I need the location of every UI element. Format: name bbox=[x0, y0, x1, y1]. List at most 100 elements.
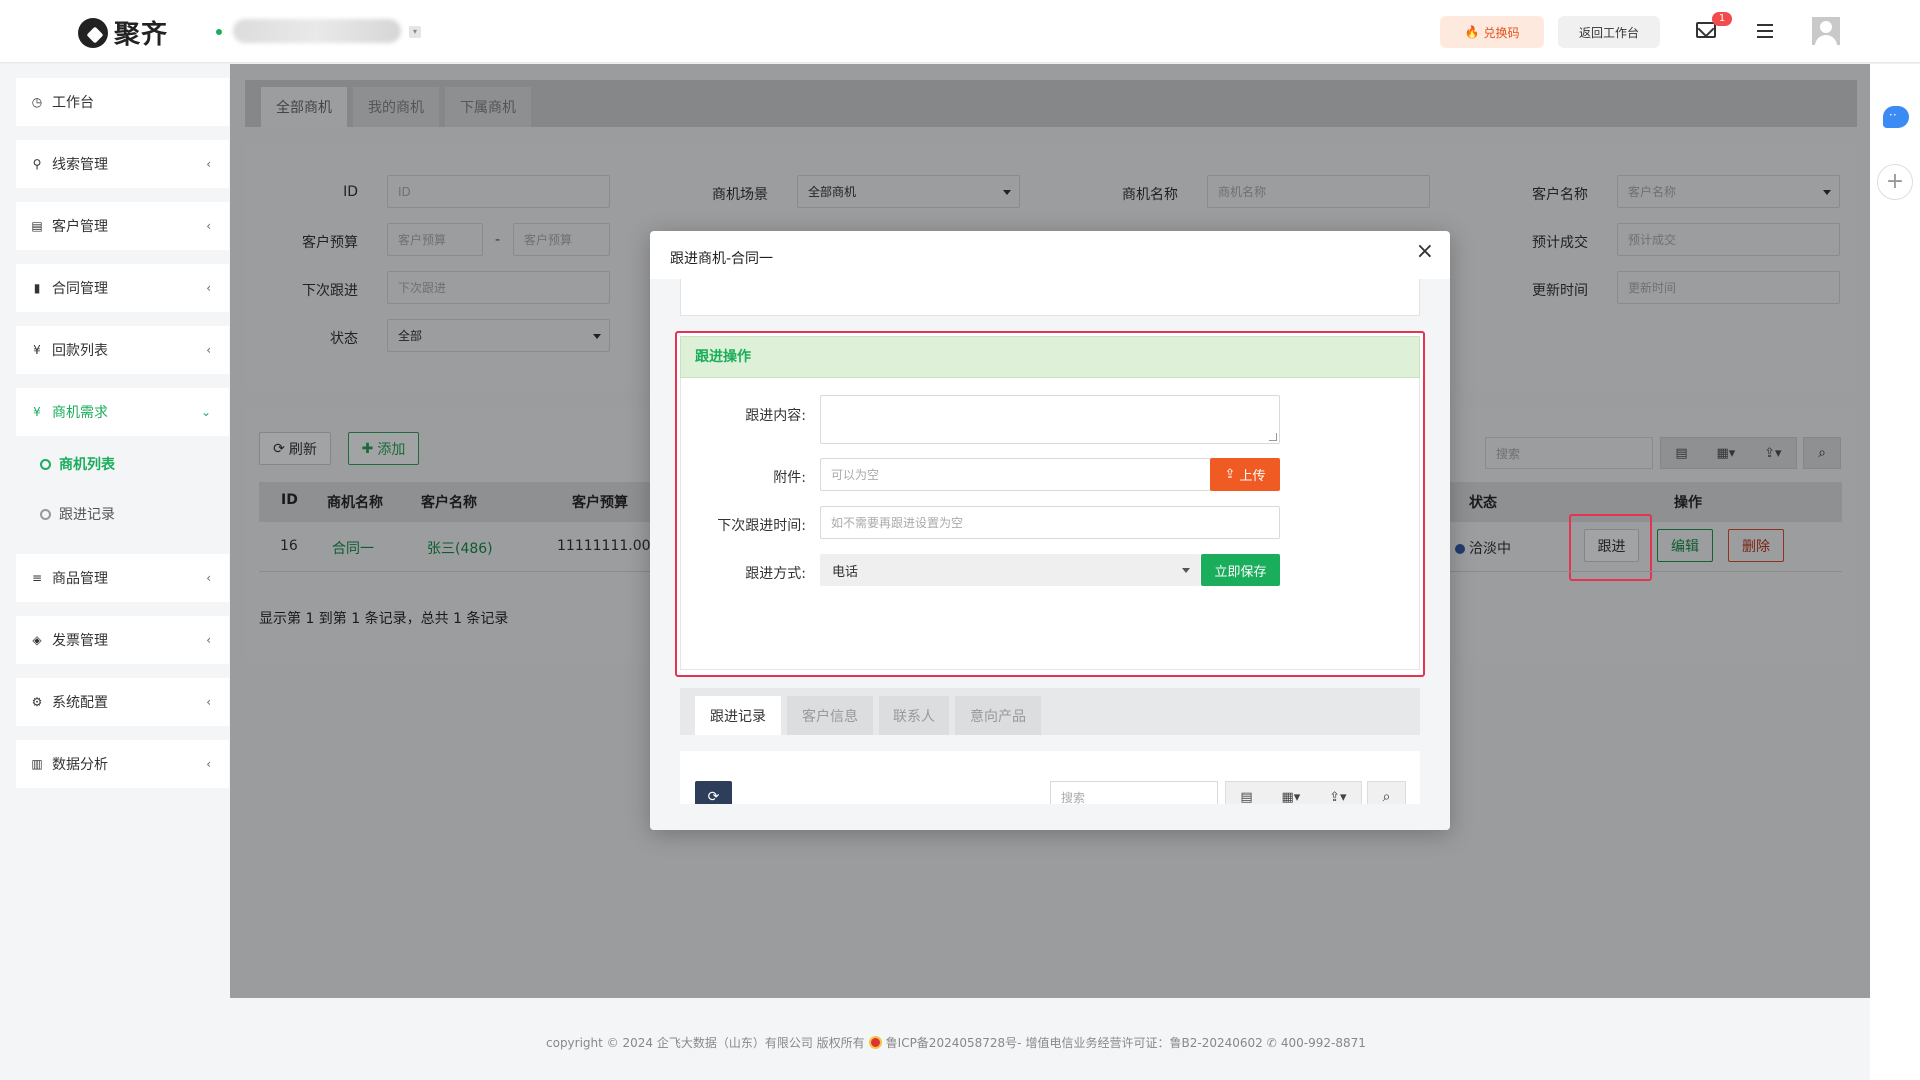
sidebar-subitem-1[interactable]: 跟进记录 bbox=[40, 504, 115, 524]
next-follow-label: 下次跟进 bbox=[302, 283, 358, 299]
edit-button[interactable]: 编辑 bbox=[1657, 529, 1713, 562]
modal-previous-section bbox=[680, 279, 1420, 316]
subtab-customer-info[interactable]: 客户信息 bbox=[787, 696, 873, 735]
tab-my-opportunities[interactable]: 我的商机 bbox=[353, 87, 439, 127]
sidebar-item-label: 系统配置 bbox=[52, 695, 108, 711]
columns-icon[interactable]: ▦▾ bbox=[1717, 446, 1736, 461]
return-workbench-button[interactable]: 返回工作台 bbox=[1558, 16, 1660, 48]
customer-name-select[interactable]: 客户名称 bbox=[1617, 175, 1840, 208]
save-now-button[interactable]: 立即保存 bbox=[1201, 554, 1280, 586]
budget-min-input[interactable]: 客户预算 bbox=[387, 223, 483, 256]
chevron-left-icon: ‹ bbox=[206, 219, 211, 233]
sidebar-item-6[interactable]: ≡ 商品管理 ‹ bbox=[16, 554, 229, 602]
sidebar-item-label: 商机需求 bbox=[52, 405, 108, 421]
scene-select[interactable]: 全部商机 bbox=[797, 175, 1020, 208]
chevron-left-icon: ‹ bbox=[206, 633, 211, 647]
add-button[interactable]: ✚ 添加 bbox=[348, 432, 419, 465]
col-header-customer-name[interactable]: 客户名称 bbox=[421, 492, 477, 512]
cell-customer-name[interactable]: 张三(486) bbox=[427, 538, 493, 558]
chevron-left-icon: ‹ bbox=[206, 157, 211, 171]
export-icon[interactable]: ⇪▾ bbox=[1329, 790, 1346, 805]
col-header-id[interactable]: ID bbox=[281, 492, 298, 508]
sidebar-subitem-label: 商机列表 bbox=[59, 457, 115, 473]
user-avatar[interactable] bbox=[1812, 17, 1840, 45]
sidebar-item-8[interactable]: ⚙ 系统配置 ‹ bbox=[16, 678, 229, 726]
chat-icon[interactable] bbox=[1883, 106, 1909, 128]
refresh-button[interactable]: ⟳ 刷新 bbox=[259, 432, 331, 465]
attachment-input[interactable]: 可以为空 bbox=[820, 458, 1211, 491]
opportunity-name-input[interactable]: 商机名称 bbox=[1207, 175, 1430, 208]
id-card-icon: ▤ bbox=[31, 219, 43, 233]
next-follow-input[interactable]: 下次跟进 bbox=[387, 271, 610, 304]
subtab-contacts[interactable]: 联系人 bbox=[879, 696, 949, 735]
budget-max-input[interactable]: 客户预算 bbox=[513, 223, 610, 256]
sidebar-item-7[interactable]: ◈ 发票管理 ‹ bbox=[16, 616, 229, 664]
attachment-label: 附件: bbox=[773, 470, 806, 486]
updated-time-input[interactable]: 更新时间 bbox=[1617, 271, 1840, 304]
caret-down-icon[interactable]: ▾ bbox=[409, 26, 421, 38]
chevron-left-icon: ‹ bbox=[206, 343, 211, 357]
sidebar-item-5[interactable]: ¥ 商机需求 ⌄ bbox=[16, 388, 229, 436]
updated-time-label: 更新时间 bbox=[1532, 283, 1588, 299]
table-search-input[interactable]: 搜索 bbox=[1485, 437, 1653, 469]
next-follow-time-input[interactable]: 如不需要再跟进设置为空 bbox=[820, 506, 1280, 539]
footer-copyright: copyright © 2024 企飞大数据（山东）有限公司 版权所有 bbox=[546, 1036, 865, 1050]
list-view-icon[interactable]: ▤ bbox=[1240, 790, 1252, 805]
logo-icon bbox=[78, 17, 108, 48]
col-header-status[interactable]: 状态 bbox=[1469, 492, 1497, 512]
columns-icon[interactable]: ▦▾ bbox=[1282, 790, 1301, 805]
subtab-follow-records[interactable]: 跟进记录 bbox=[695, 696, 781, 735]
expected-deal-input[interactable]: 预计成交 bbox=[1617, 223, 1840, 256]
sidebar-item-3[interactable]: ▮ 合同管理 ‹ bbox=[16, 264, 229, 312]
col-header-budget[interactable]: 客户预算 bbox=[572, 492, 628, 512]
cell-opportunity-name[interactable]: 合同一 bbox=[332, 538, 374, 558]
caret-down-icon bbox=[593, 334, 601, 339]
sidebar-subitem-0[interactable]: 商机列表 bbox=[40, 454, 115, 474]
opportunity-name-label: 商机名称 bbox=[1122, 187, 1178, 203]
refresh-icon: ⟳ bbox=[273, 440, 285, 457]
phone-icon: ✆ bbox=[1266, 1035, 1277, 1050]
follow-content-textarea[interactable] bbox=[820, 395, 1280, 444]
modal-title: 跟进商机-合同一 bbox=[670, 251, 774, 267]
delete-button[interactable]: 删除 bbox=[1728, 529, 1784, 562]
follow-method-value: 电话 bbox=[832, 564, 859, 580]
list-view-icon[interactable]: ▤ bbox=[1675, 446, 1687, 461]
hamburger-menu-icon[interactable] bbox=[1757, 24, 1773, 38]
sidebar-item-4[interactable]: ¥ 回款列表 ‹ bbox=[16, 326, 229, 374]
sidebar-item-2[interactable]: ▤ 客户管理 ‹ bbox=[16, 202, 229, 250]
app-logo[interactable]: 聚齐 bbox=[78, 14, 168, 51]
expected-deal-label: 预计成交 bbox=[1532, 235, 1588, 251]
chevron-left-icon: ‹ bbox=[206, 757, 211, 771]
status-select[interactable]: 全部 bbox=[387, 319, 610, 352]
col-header-opportunity-name[interactable]: 商机名称 bbox=[327, 492, 383, 512]
refresh-label: 刷新 bbox=[288, 441, 317, 458]
mail-icon[interactable] bbox=[1696, 22, 1716, 38]
tab-all-opportunities[interactable]: 全部商机 bbox=[261, 87, 347, 127]
sidebar-item-9[interactable]: ▥ 数据分析 ‹ bbox=[16, 740, 229, 788]
status-select-value: 全部 bbox=[398, 329, 423, 343]
scene-label: 商机场景 bbox=[712, 187, 768, 203]
sidebar-item-0[interactable]: ◷ 工作台 bbox=[16, 78, 229, 126]
list-icon: ≡ bbox=[31, 571, 43, 585]
subtab-intended-products[interactable]: 意向产品 bbox=[955, 696, 1041, 735]
redeem-code-button[interactable]: 🔥 兑换码 bbox=[1440, 16, 1544, 48]
plus-icon[interactable]: + bbox=[1877, 164, 1913, 200]
upload-button[interactable]: ⇪ 上传 bbox=[1210, 458, 1280, 491]
sidebar-item-label: 线索管理 bbox=[52, 157, 108, 173]
close-icon[interactable]: × bbox=[1416, 241, 1434, 263]
export-icon[interactable]: ⇪▾ bbox=[1764, 446, 1781, 461]
add-label: 添加 bbox=[377, 441, 406, 458]
sidebar-item-label: 商品管理 bbox=[52, 571, 108, 587]
footer-icp-link[interactable]: 鲁ICP备2024058728号- bbox=[886, 1034, 1022, 1051]
tab-subordinate-opportunities[interactable]: 下属商机 bbox=[445, 87, 531, 127]
id-input[interactable]: ID bbox=[387, 175, 610, 208]
chevron-down-icon: ⌄ bbox=[200, 405, 211, 419]
sidebar-item-1[interactable]: ⚲ 线索管理 ‹ bbox=[16, 140, 229, 188]
customer-name-label: 客户名称 bbox=[1532, 187, 1588, 203]
follow-method-select[interactable]: 电话 bbox=[820, 554, 1200, 586]
sidebar-item-label: 客户管理 bbox=[52, 219, 108, 235]
upload-icon: ⇪ bbox=[1224, 467, 1236, 482]
status-text: 洽淡中 bbox=[1469, 541, 1511, 557]
budget-label: 客户预算 bbox=[302, 235, 358, 251]
search-icon[interactable]: ⌕ bbox=[1803, 437, 1841, 469]
